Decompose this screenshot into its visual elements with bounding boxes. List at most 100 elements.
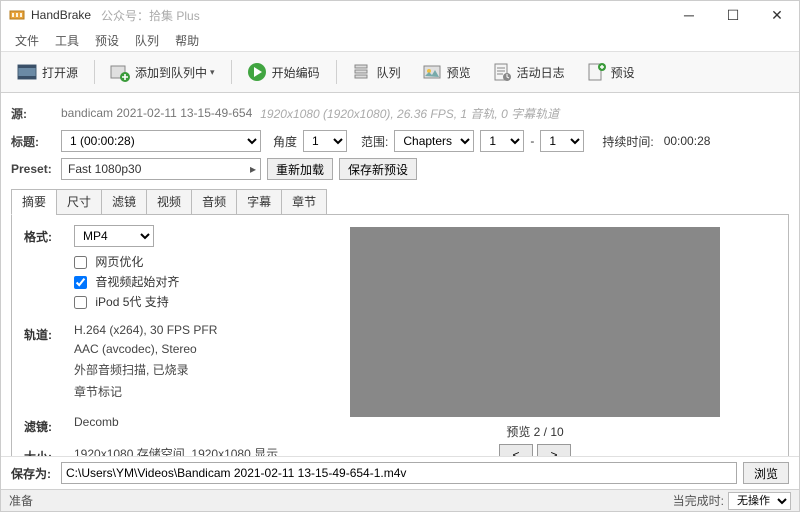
range-label: 范围: <box>361 133 388 150</box>
source-row: 源: bandicam 2021-02-11 13-15-49-654 1920… <box>11 102 789 124</box>
status-right: 当完成时: 无操作 <box>673 492 791 510</box>
webopt-label: 网页优化 <box>95 255 143 269</box>
ipod-check[interactable]: iPod 5代 支持 <box>74 293 179 310</box>
summary-left: 格式: MP4 网页优化 音视频起始对齐 iPod 5代 支持 轨道: H.26… <box>24 225 294 456</box>
menu-help[interactable]: 帮助 <box>167 30 207 51</box>
app-window: HandBrake 公众号：拾集 Plus ─ ☐ ✕ 文件 工具 预设 队列 … <box>0 0 800 512</box>
tab-filters[interactable]: 滤镜 <box>101 189 147 215</box>
add-queue-button[interactable]: 添加到队列中 <box>100 56 224 88</box>
preset-select[interactable]: Fast 1080p30 <box>61 158 261 180</box>
summary-panel: 格式: MP4 网页优化 音视频起始对齐 iPod 5代 支持 轨道: H.26… <box>11 214 789 456</box>
range-dash: - <box>530 134 534 148</box>
tab-audio[interactable]: 音频 <box>191 189 237 215</box>
source-info: 1920x1080 (1920x1080), 26.36 FPS, 1 音轨, … <box>260 105 559 122</box>
range-type-select[interactable]: Chapters <box>394 130 474 152</box>
browse-button[interactable]: 浏览 <box>743 462 789 484</box>
add-queue-icon <box>109 61 131 83</box>
track-line-4: 章节标记 <box>74 383 217 400</box>
filter-value: Decomb <box>74 415 119 435</box>
tab-dimensions[interactable]: 尺寸 <box>56 189 102 215</box>
webopt-check[interactable]: 网页优化 <box>74 253 179 270</box>
format-select[interactable]: MP4 <box>74 225 154 247</box>
activity-button[interactable]: 活动日志 <box>482 56 574 88</box>
tab-chapters[interactable]: 章节 <box>281 189 327 215</box>
status-ready: 准备 <box>9 492 673 509</box>
title-row: 标题: 1 (00:00:28) 角度 1 范围: Chapters 1 - 1… <box>11 130 789 152</box>
sep <box>231 60 232 84</box>
size-value: 1920x1080 存储空间, 1920x1080 显示 <box>74 445 278 456</box>
activity-label: 活动日志 <box>517 64 565 81</box>
format-row: 格式: MP4 网页优化 音视频起始对齐 iPod 5代 支持 <box>24 225 294 313</box>
source-name: bandicam 2021-02-11 13-15-49-654 <box>61 106 252 120</box>
titlebar: HandBrake 公众号：拾集 Plus ─ ☐ ✕ <box>1 1 799 29</box>
angle-select[interactable]: 1 <box>303 130 347 152</box>
whendone-label: 当完成时: <box>673 492 724 509</box>
range-from-select[interactable]: 1 <box>480 130 524 152</box>
save-row: 保存为: 浏览 <box>1 456 799 489</box>
save-label: 保存为: <box>11 465 61 482</box>
format-label: 格式: <box>24 225 74 313</box>
track-line-2: AAC (avcodec), Stereo <box>74 342 217 356</box>
format-checkboxes: 网页优化 音视频起始对齐 iPod 5代 支持 <box>74 253 179 310</box>
preview-button[interactable]: 预览 <box>412 56 480 88</box>
filter-row: 滤镜: Decomb <box>24 415 294 435</box>
maximize-button[interactable]: ☐ <box>711 1 755 29</box>
angle-label: 角度 <box>273 133 297 150</box>
source-label: 源: <box>11 105 61 122</box>
reload-preset-button[interactable]: 重新加载 <box>267 158 333 180</box>
menu-queue[interactable]: 队列 <box>127 30 167 51</box>
track-lines: H.264 (x264), 30 FPS PFR AAC (avcodec), … <box>74 323 217 405</box>
tab-strip: 摘要 尺寸 滤镜 视频 音频 字幕 章节 <box>11 189 789 215</box>
activity-icon <box>491 61 513 83</box>
range-to-select[interactable]: 1 <box>540 130 584 152</box>
queue-icon <box>351 61 373 83</box>
menu-presets[interactable]: 预设 <box>87 30 127 51</box>
title-label: 标题: <box>11 133 61 150</box>
queue-button[interactable]: 队列 <box>342 56 410 88</box>
menu-file[interactable]: 文件 <box>7 30 47 51</box>
duration-label: 持续时间: <box>602 133 653 150</box>
app-title: HandBrake <box>31 8 91 22</box>
tracks-label: 轨道: <box>24 323 74 405</box>
track-line-3: 外部音频扫描, 已烧录 <box>74 361 217 378</box>
preview-area: 预览 2 / 10 < > <box>294 225 776 456</box>
avsync-label: 音视频起始对齐 <box>95 275 179 289</box>
statusbar: 准备 当完成时: 无操作 <box>1 489 799 511</box>
preview-pager: < > <box>497 444 573 456</box>
add-queue-label: 添加到队列中 <box>135 64 207 81</box>
preview-image <box>350 227 720 417</box>
preview-counter: 预览 2 / 10 <box>506 423 563 440</box>
preview-next-button[interactable]: > <box>537 444 571 456</box>
app-icon <box>9 7 25 23</box>
tab-subtitles[interactable]: 字幕 <box>236 189 282 215</box>
presets-button[interactable]: 预设 <box>576 56 644 88</box>
save-preset-button[interactable]: 保存新预设 <box>339 158 417 180</box>
minimize-button[interactable]: ─ <box>667 1 711 29</box>
preview-label: 预览 <box>447 64 471 81</box>
menu-tools[interactable]: 工具 <box>47 30 87 51</box>
preset-row: Preset: Fast 1080p30 重新加载 保存新预设 <box>11 158 789 180</box>
window-controls: ─ ☐ ✕ <box>667 1 799 29</box>
open-source-button[interactable]: 打开源 <box>7 56 87 88</box>
start-encode-button[interactable]: 开始编码 <box>237 56 329 88</box>
preview-prev-button[interactable]: < <box>499 444 533 456</box>
ipod-label: iPod 5代 支持 <box>95 295 168 309</box>
close-button[interactable]: ✕ <box>755 1 799 29</box>
tab-video[interactable]: 视频 <box>146 189 192 215</box>
presets-label: 预设 <box>611 64 635 81</box>
sep <box>94 60 95 84</box>
title-select[interactable]: 1 (00:00:28) <box>61 130 261 152</box>
tab-summary[interactable]: 摘要 <box>11 189 57 215</box>
preset-label: Preset: <box>11 162 61 176</box>
save-path-input[interactable] <box>61 462 737 484</box>
whendone-select[interactable]: 无操作 <box>728 492 791 510</box>
tracks-row: 轨道: H.264 (x264), 30 FPS PFR AAC (avcode… <box>24 323 294 405</box>
size-row: 大小: 1920x1080 存储空间, 1920x1080 显示 <box>24 445 294 456</box>
title-extra: 公众号：拾集 Plus <box>101 7 200 24</box>
play-icon <box>246 61 268 83</box>
open-source-label: 打开源 <box>42 64 78 81</box>
start-encode-label: 开始编码 <box>272 64 320 81</box>
duration-value: 00:00:28 <box>664 134 711 148</box>
content-area: 源: bandicam 2021-02-11 13-15-49-654 1920… <box>1 93 799 456</box>
avsync-check[interactable]: 音视频起始对齐 <box>74 273 179 290</box>
